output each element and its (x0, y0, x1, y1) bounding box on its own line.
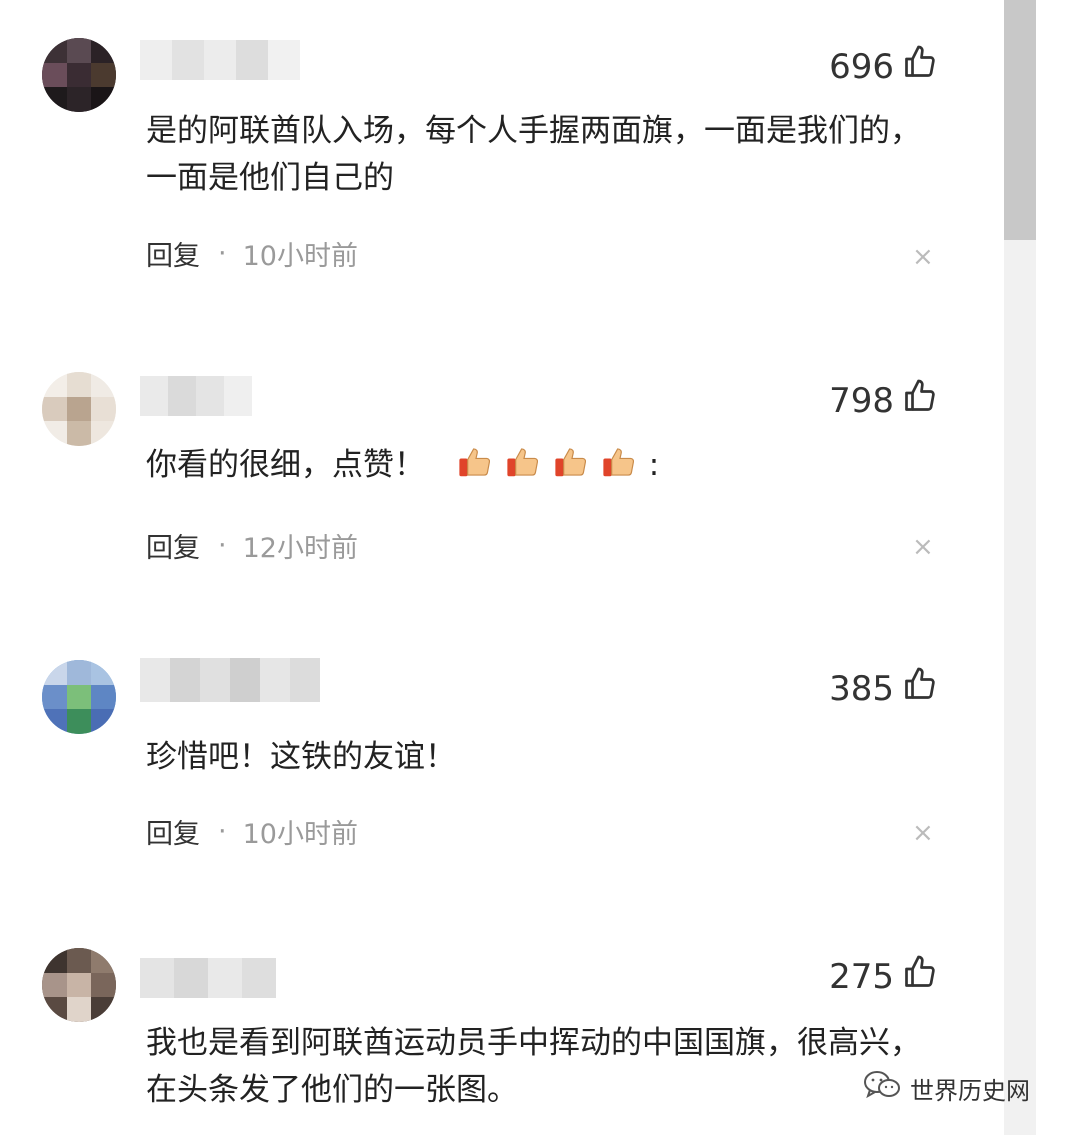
username-blurred[interactable] (140, 958, 276, 998)
comment-item: 275 我也是看到阿联酋运动员手中挥动的中国国旗，很高兴，在头条发了他们的一张图… (0, 0, 1000, 1135)
like-count-button[interactable]: 275 (829, 954, 938, 999)
wechat-icon (862, 1068, 902, 1108)
watermark-label: 世界历史网 (910, 1076, 1030, 1105)
comment-text: 我也是看到阿联酋运动员手中挥动的中国国旗，很高兴，在头条发了他们的一张图。 (146, 1025, 921, 1108)
watermark: 世界历史网 (862, 1068, 1030, 1108)
like-count: 275 (829, 956, 894, 997)
avatar[interactable] (42, 948, 116, 1022)
thumb-up-icon (902, 954, 938, 999)
scrollbar-thumb[interactable] (1004, 0, 1036, 240)
